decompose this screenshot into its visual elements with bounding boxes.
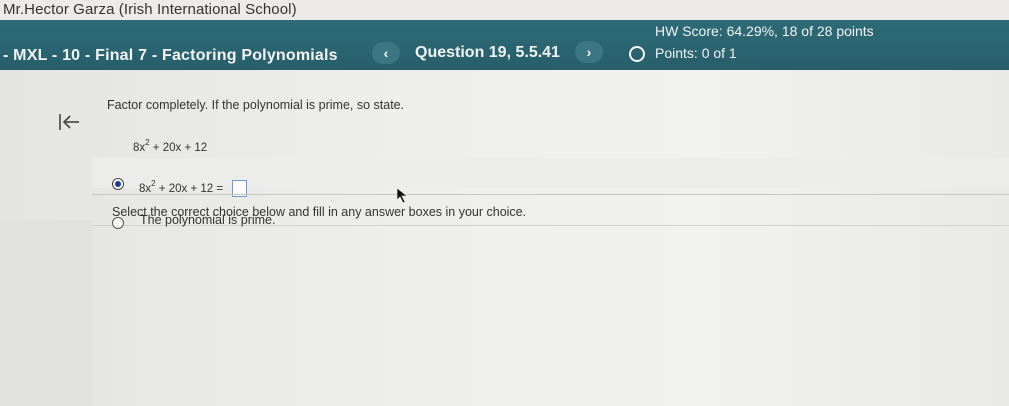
question-instruction: Factor completely. If the polynomial is …	[107, 98, 405, 112]
question-content: Factor completely. If the polynomial is …	[0, 70, 1009, 406]
chevron-right-icon: ›	[586, 44, 592, 60]
back-to-start-arrow-icon-svg	[59, 114, 79, 130]
poly-coef: 8x	[133, 141, 146, 154]
assignment-header: - MXL - 10 - Final 7 - Factoring Polynom…	[0, 20, 1009, 70]
hw-score: HW Score: 64.29%, 18 of 28 points	[655, 23, 874, 39]
poly-exponent: 2	[145, 138, 150, 147]
previous-question-button[interactable]: ‹	[372, 42, 400, 64]
user-name: Mr.Hector Garza (Irish International Sch…	[3, 1, 297, 18]
choice-b-label[interactable]: The polynomial is prime.	[140, 213, 275, 227]
left-panel	[0, 220, 92, 406]
choice-b-radio[interactable]	[112, 217, 124, 229]
poly-rest: + 20x + 12	[149, 141, 208, 154]
choice-a-exponent: 2	[151, 179, 156, 188]
choice-a-row[interactable]	[92, 158, 1009, 188]
next-question-button[interactable]: ›	[575, 41, 603, 63]
divider	[92, 194, 1009, 195]
points-status-icon	[629, 46, 645, 62]
choice-a-expression: 8x2 + 20x + 12 =	[139, 179, 223, 195]
course-title: - MXL - 10 - Final 7 - Factoring Polynom…	[3, 47, 338, 64]
choice-a-radio[interactable]	[112, 178, 124, 190]
points: Points: 0 of 1	[655, 45, 737, 61]
back-to-start-arrow-icon[interactable]	[58, 112, 80, 136]
question-label: Question 19, 5.5.41	[415, 44, 560, 61]
chevron-left-icon: ‹	[383, 45, 389, 61]
polynomial-expression: 8x2 + 20x + 12	[133, 138, 208, 154]
radio-selected-dot	[115, 181, 121, 187]
mouse-pointer-icon-svg	[396, 187, 408, 204]
